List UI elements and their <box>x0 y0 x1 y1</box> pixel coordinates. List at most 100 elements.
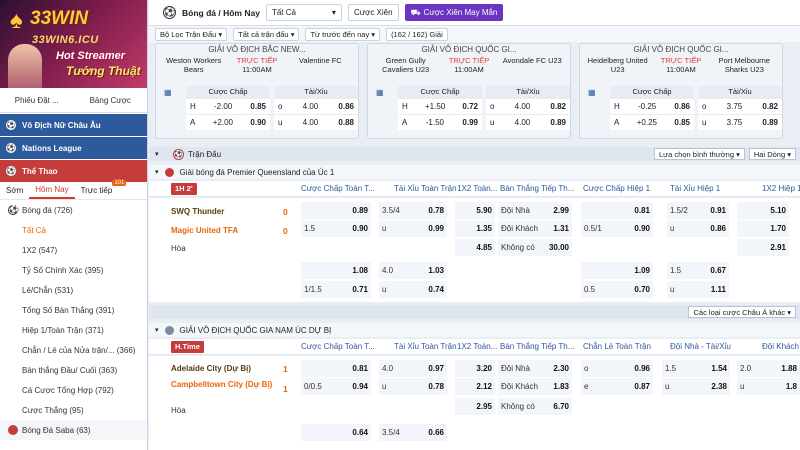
odds-cell[interactable]: A +0.25 0.85 <box>610 115 694 130</box>
tab-early[interactable]: Sớm <box>0 186 29 195</box>
other-asian-odds-dropdown[interactable]: Các loại cược Châu Á khác ▾ <box>688 306 796 318</box>
market-item[interactable]: Hiệp 1/Toàn Trận (371) <box>0 320 147 340</box>
handicap-cell[interactable]: 1/1.5 0.71 <box>301 281 371 298</box>
league-header-2[interactable]: ▾ GIẢI VÔ ĐỊCH QUỐC GIA NAM ÚC DỰ BỊ <box>149 323 800 337</box>
time-filter[interactable]: Từ trước đến nay ▾ <box>305 27 381 41</box>
sport-soccer[interactable]: ⚽ Bóng đá (726) <box>0 200 147 220</box>
market-item[interactable]: Lẻ/Chẵn (531) <box>0 280 147 300</box>
1x2-cell[interactable]: 4.85 <box>455 239 495 256</box>
tab-betlist[interactable]: Bảng Cược <box>74 89 148 112</box>
category-sports[interactable]: ⚽ Thể Thao <box>0 160 147 182</box>
market-item[interactable]: 1X2 (547) <box>0 240 147 260</box>
over-under-cell[interactable]: 3.5/4 0.66 <box>379 424 447 441</box>
half-handicap-cell[interactable]: 0.5 0.70 <box>581 281 653 298</box>
half-over-under-cell[interactable]: u 1.11 <box>667 281 729 298</box>
over-under-cell[interactable]: u 0.74 <box>379 281 447 298</box>
over-under-cell[interactable]: u 0.78 <box>379 378 447 395</box>
half-over-under-cell[interactable]: 1.5 0.67 <box>667 262 729 279</box>
lucky-parlay-button[interactable]: ⛟ Cược Xiên May Mắn <box>404 4 504 21</box>
odds-cell[interactable]: u 3.75 0.89 <box>698 115 782 130</box>
market-item[interactable]: Chẵn / Lẻ của Nửa trận/... (366) <box>0 340 147 360</box>
tab-betslip[interactable]: Phiếu Đặt ... <box>0 89 74 112</box>
next-goal-cell[interactable]: Đội Khách 1.31 <box>498 220 572 237</box>
1x2-cell[interactable]: 3.20 <box>455 360 495 377</box>
half-handicap-cell[interactable]: 0.81 <box>581 202 653 219</box>
market-item[interactable]: Tổng Số Bàn Thắng (391) <box>0 300 147 320</box>
market-item[interactable]: Bàn thắng Đầu/ Cuối (363) <box>0 360 147 380</box>
next-goal-cell[interactable]: Đội Nhà 2.99 <box>498 202 572 219</box>
away-over-under-cell[interactable]: 2.0 1.88 <box>737 360 800 377</box>
featured-match-card[interactable]: GIẢI VÔ ĐỊCH QUỐC GI... Heidelberg United… <box>579 43 783 139</box>
over-under-cell[interactable]: u 0.99 <box>379 220 447 237</box>
market-item[interactable]: Tất Cả (631) <box>0 220 147 240</box>
over-under-cell[interactable]: 3.5/4 0.78 <box>379 202 447 219</box>
home-over-under-cell[interactable]: u 2.38 <box>662 378 730 395</box>
parlay-button[interactable]: Cược Xiên <box>347 4 399 21</box>
handicap-cell[interactable]: 1.5 0.90 <box>301 220 371 237</box>
handicap-cell[interactable]: 0/0.5 0.94 <box>301 378 371 395</box>
chart-icon[interactable]: ▦ <box>588 88 596 97</box>
odds-line: 4.00 <box>514 118 531 127</box>
home-team: Adelaide City (Dự Bị) <box>171 364 252 373</box>
all-matches-filter[interactable]: Tất cả trận đấu ▾ <box>233 27 300 41</box>
odds-cell[interactable]: o 3.75 0.82 <box>698 99 782 114</box>
odds-cell[interactable]: u 4.00 0.89 <box>486 115 570 130</box>
over-under-cell[interactable]: 4.0 0.97 <box>379 360 447 377</box>
odd-even-cell[interactable]: o 0.96 <box>581 360 653 377</box>
half-handicap-cell[interactable]: 1.09 <box>581 262 653 279</box>
odd-even-cell[interactable]: e 0.87 <box>581 378 653 395</box>
match-filter[interactable]: Bộ Lọc Trận Đấu ▾ <box>155 27 228 41</box>
odds-cell[interactable]: H -2.00 0.85 <box>186 99 270 114</box>
market-item[interactable]: Cá Cược Tổng Hợp (792) <box>0 380 147 400</box>
1x2-cell[interactable]: 5.90 <box>455 202 495 219</box>
half-over-under-cell[interactable]: u 0.86 <box>667 220 729 237</box>
handicap-cell[interactable]: 1.08 <box>301 262 371 279</box>
odds-cell[interactable]: u 4.00 0.88 <box>274 115 358 130</box>
over-under-cell[interactable]: 4.0 1.03 <box>379 262 447 279</box>
filter-dropdown[interactable]: Tất Cả ▾ <box>265 4 342 21</box>
sort-dropdown[interactable]: Lựa chọn bình thường ▾ <box>653 148 745 160</box>
category-womens-euro[interactable]: ⚽ Vô Địch Nữ Châu Âu <box>0 114 147 136</box>
1x2-cell[interactable]: 1.35 <box>455 220 495 237</box>
handicap-cell[interactable]: 0.64 <box>301 424 371 441</box>
next-goal-cell[interactable]: Không có 6.70 <box>498 398 572 415</box>
odds-line: 0/0.5 <box>304 382 322 391</box>
league-header-1[interactable]: ▾ Giải bóng đá Premier Queensland của Úc … <box>149 165 800 179</box>
sport-saba-soccer[interactable]: Bóng Đá Saba (63) <box>0 420 147 440</box>
half-1x2-cell[interactable]: 1.70 <box>737 220 789 237</box>
view-dropdown[interactable]: Hai Dòng ▾ <box>748 148 796 160</box>
odds-cell[interactable]: o 4.00 0.82 <box>486 99 570 114</box>
collapse-icon[interactable]: ▾ <box>155 150 159 158</box>
odds-cell[interactable]: H -0.25 0.86 <box>610 99 694 114</box>
tab-live[interactable]: Trực tiếp 101 <box>75 180 127 195</box>
market-item[interactable]: Tỷ Số Chính Xác (395) <box>0 260 147 280</box>
home-over-under-cell[interactable]: 1.5 1.54 <box>662 360 730 377</box>
odds-cell[interactable]: H +1.50 0.72 <box>398 99 482 114</box>
next-goal-cell[interactable]: Không có 30.00 <box>498 239 572 256</box>
half-over-under-cell[interactable]: 1.5/2 0.91 <box>667 202 729 219</box>
handicap-cell[interactable]: 0.89 <box>301 202 371 219</box>
chart-icon[interactable]: ▦ <box>376 88 384 97</box>
tab-today[interactable]: Hôm Nay <box>29 183 75 199</box>
handicap-cell[interactable]: 0.81 <box>301 360 371 377</box>
odds-line: -2.00 <box>213 102 233 111</box>
half-1x2-cell[interactable]: 5.10 <box>737 202 789 219</box>
odds-cell[interactable]: A -1.50 0.99 <box>398 115 482 130</box>
chart-icon[interactable]: ▦ <box>164 88 172 97</box>
market-item[interactable]: Cược Thắng (95) <box>0 400 147 420</box>
next-goal-cell[interactable]: Đội Khách 1.83 <box>498 378 572 395</box>
1x2-cell[interactable]: 2.95 <box>455 398 495 415</box>
odds-cell[interactable]: A +2.00 0.90 <box>186 115 270 130</box>
league-filter[interactable]: (162 / 162) Giải <box>386 27 448 41</box>
1x2-cell[interactable]: 2.12 <box>455 378 495 395</box>
away-over-under-cell[interactable]: u 1.8 <box>737 378 800 395</box>
promo-banner[interactable]: ♠ 33WIN 33WIN6.ICU Hot Streamer Tướng Th… <box>0 0 147 88</box>
odds-cell[interactable]: o 4.00 0.86 <box>274 99 358 114</box>
category-nations-league[interactable]: ⚽ Nations League <box>0 137 147 159</box>
next-goal-cell[interactable]: Đội Nhà 2.30 <box>498 360 572 377</box>
featured-match-card[interactable]: GIẢI VÔ ĐỊCH QUỐC GI... Green Gully Caval… <box>367 43 571 139</box>
half-1x2-cell[interactable]: 2.91 <box>737 239 789 256</box>
chevron-down-icon: ▾ <box>155 327 159 334</box>
half-handicap-cell[interactable]: 0.5/1 0.90 <box>581 220 653 237</box>
featured-match-card[interactable]: GIẢI VÔ ĐỊCH BẮC NEW... Weston Workers Be… <box>155 43 359 139</box>
